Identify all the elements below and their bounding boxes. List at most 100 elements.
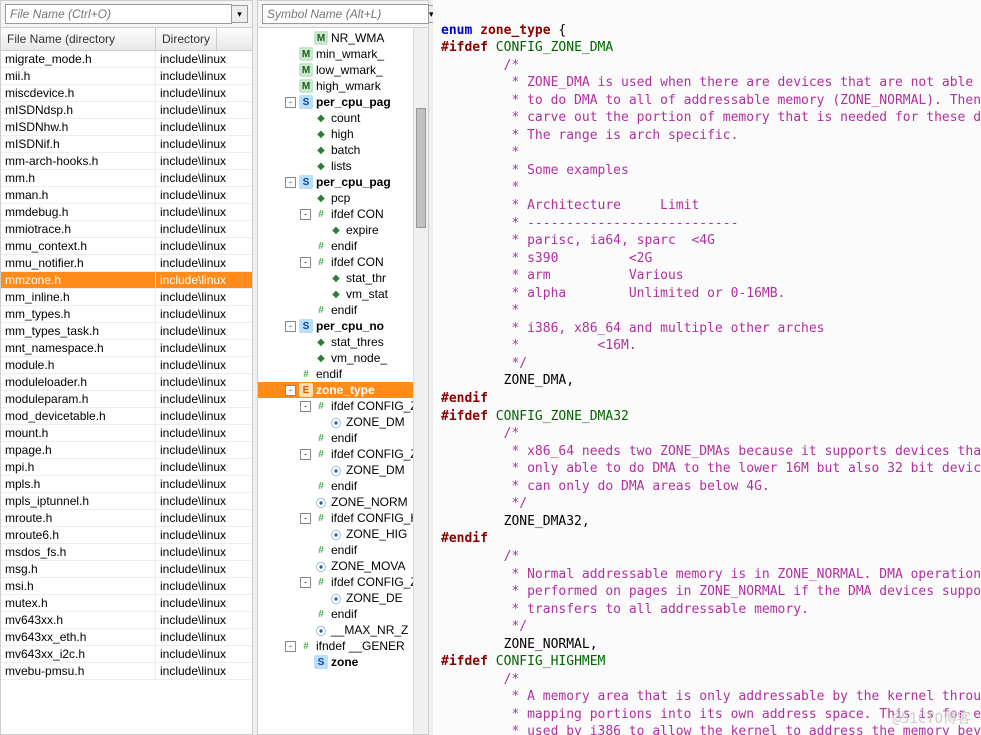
tree-item[interactable]: Mmin_wmark_ <box>258 46 428 62</box>
file-row[interactable]: mman.hinclude\linux <box>1 187 252 204</box>
tree-item[interactable]: -Sper_cpu_pag <box>258 174 428 190</box>
tree-expander[interactable]: - <box>300 449 311 460</box>
tree-expander[interactable]: - <box>285 641 296 652</box>
tree-item[interactable]: ⦿ZONE_MOVA <box>258 558 428 574</box>
tree-item[interactable]: ⦿__MAX_NR_Z <box>258 622 428 638</box>
file-row[interactable]: migrate_mode.hinclude\linux <box>1 51 252 68</box>
tree-expander[interactable]: - <box>285 385 296 396</box>
file-row[interactable]: moduleloader.hinclude\linux <box>1 374 252 391</box>
tree-item[interactable]: ⦿ZONE_DM <box>258 462 428 478</box>
tree-item[interactable]: ◆stat_thres <box>258 334 428 350</box>
tree-item[interactable]: #endif <box>258 606 428 622</box>
file-row[interactable]: mroute6.hinclude\linux <box>1 527 252 544</box>
tree-expander[interactable]: - <box>300 257 311 268</box>
tree-item[interactable]: ◆pcp <box>258 190 428 206</box>
tree-scrollbar[interactable] <box>413 28 428 734</box>
tree-expander[interactable]: - <box>285 321 296 332</box>
tree-item[interactable]: -Sper_cpu_no <box>258 318 428 334</box>
tree-item[interactable]: Mlow_wmark_ <box>258 62 428 78</box>
file-row[interactable]: mpls.hinclude\linux <box>1 476 252 493</box>
tree-item[interactable]: -Sper_cpu_pag <box>258 94 428 110</box>
file-row[interactable]: mroute.hinclude\linux <box>1 510 252 527</box>
file-row[interactable]: mv643xx_i2c.hinclude\linux <box>1 646 252 663</box>
tree-item[interactable]: -#ifndef __GENER <box>258 638 428 654</box>
tree-item[interactable]: -#ifdef CONFIG_Z <box>258 446 428 462</box>
file-row[interactable]: mvebu-pmsu.hinclude\linux <box>1 663 252 680</box>
tree-item[interactable]: -#ifdef CONFIG_Z <box>258 398 428 414</box>
file-row[interactable]: module.hinclude\linux <box>1 357 252 374</box>
file-row[interactable]: mISDNhw.hinclude\linux <box>1 119 252 136</box>
file-row[interactable]: mm.hinclude\linux <box>1 170 252 187</box>
file-row[interactable]: mod_devicetable.hinclude\linux <box>1 408 252 425</box>
file-row[interactable]: mmiotrace.hinclude\linux <box>1 221 252 238</box>
file-row[interactable]: mutex.hinclude\linux <box>1 595 252 612</box>
tree-item[interactable]: -#ifdef CON <box>258 254 428 270</box>
tree-expander[interactable]: - <box>300 577 311 588</box>
tree-item[interactable]: #endif <box>258 302 428 318</box>
tree-item[interactable]: ⦿ZONE_DE <box>258 590 428 606</box>
file-list[interactable]: migrate_mode.hinclude\linuxmii.hinclude\… <box>1 51 252 734</box>
tree-icon: # <box>314 207 328 221</box>
tree-item[interactable]: #endif <box>258 430 428 446</box>
file-row[interactable]: moduleparam.hinclude\linux <box>1 391 252 408</box>
file-row[interactable]: mmu_notifier.hinclude\linux <box>1 255 252 272</box>
tree-item[interactable]: -Ezone_type <box>258 382 428 398</box>
tree-item[interactable]: ◆vm_stat <box>258 286 428 302</box>
file-row[interactable]: mount.hinclude\linux <box>1 425 252 442</box>
file-row[interactable]: mpage.hinclude\linux <box>1 442 252 459</box>
tree-item[interactable]: #endif <box>258 238 428 254</box>
file-row[interactable]: mmu_context.hinclude\linux <box>1 238 252 255</box>
file-row[interactable]: msg.hinclude\linux <box>1 561 252 578</box>
file-row[interactable]: mnt_namespace.hinclude\linux <box>1 340 252 357</box>
code-line: * x86_64 needs two ZONE_DMAs because it … <box>441 443 973 461</box>
file-header-dir[interactable]: Directory <box>156 28 217 50</box>
tree-item[interactable]: ⦿ZONE_NORM <box>258 494 428 510</box>
file-row[interactable]: mpls_iptunnel.hinclude\linux <box>1 493 252 510</box>
file-row[interactable]: mm-arch-hooks.hinclude\linux <box>1 153 252 170</box>
tree-expander[interactable]: - <box>300 513 311 524</box>
tree-expander[interactable]: - <box>285 177 296 188</box>
tree-item[interactable]: -#ifdef CON <box>258 206 428 222</box>
file-search-dropdown[interactable]: ▾ <box>232 5 248 23</box>
tree-item[interactable]: ⦿ZONE_DM <box>258 414 428 430</box>
tree-item[interactable]: ◆high <box>258 126 428 142</box>
file-row[interactable]: msi.hinclude\linux <box>1 578 252 595</box>
symbol-search-input[interactable] <box>262 4 429 24</box>
code-editor[interactable]: enum zone_type {#ifdef CONFIG_ZONE_DMA /… <box>433 0 981 735</box>
tree-expander[interactable]: - <box>300 209 311 220</box>
tree-item[interactable]: #endif <box>258 478 428 494</box>
symbol-tree[interactable]: MNR_WMAMmin_wmark_Mlow_wmark_Mhigh_wmark… <box>258 28 428 734</box>
tree-expander[interactable]: - <box>300 401 311 412</box>
file-row[interactable]: msdos_fs.hinclude\linux <box>1 544 252 561</box>
file-row[interactable]: mISDNdsp.hinclude\linux <box>1 102 252 119</box>
tree-item[interactable]: ◆expire <box>258 222 428 238</box>
tree-item[interactable]: ◆lists <box>258 158 428 174</box>
tree-item[interactable]: ◆stat_thr <box>258 270 428 286</box>
tree-item[interactable]: #endif <box>258 366 428 382</box>
file-header-name[interactable]: File Name (directory <box>1 28 156 50</box>
tree-expander[interactable]: - <box>285 97 296 108</box>
file-row[interactable]: mii.hinclude\linux <box>1 68 252 85</box>
file-row[interactable]: mv643xx_eth.hinclude\linux <box>1 629 252 646</box>
tree-item[interactable]: ◆batch <box>258 142 428 158</box>
tree-item[interactable]: ⦿ZONE_HIG <box>258 526 428 542</box>
file-row[interactable]: mpi.hinclude\linux <box>1 459 252 476</box>
tree-item[interactable]: ◆count <box>258 110 428 126</box>
tree-item[interactable]: Mhigh_wmark <box>258 78 428 94</box>
file-row[interactable]: mmzone.hinclude\linux <box>1 272 252 289</box>
tree-item[interactable]: ◆vm_node_ <box>258 350 428 366</box>
file-row[interactable]: mv643xx.hinclude\linux <box>1 612 252 629</box>
file-row[interactable]: mm_inline.hinclude\linux <box>1 289 252 306</box>
file-row[interactable]: miscdevice.hinclude\linux <box>1 85 252 102</box>
tree-item[interactable]: -#ifdef CONFIG_H <box>258 510 428 526</box>
file-search-input[interactable] <box>5 4 232 24</box>
file-row[interactable]: mmdebug.hinclude\linux <box>1 204 252 221</box>
file-row[interactable]: mISDNif.hinclude\linux <box>1 136 252 153</box>
tree-item[interactable]: MNR_WMA <box>258 30 428 46</box>
file-row[interactable]: mm_types.hinclude\linux <box>1 306 252 323</box>
tree-item[interactable]: #endif <box>258 542 428 558</box>
file-name: mpage.h <box>1 442 156 458</box>
file-row[interactable]: mm_types_task.hinclude\linux <box>1 323 252 340</box>
tree-item[interactable]: Szone <box>258 654 428 670</box>
tree-item[interactable]: -#ifdef CONFIG_Z <box>258 574 428 590</box>
